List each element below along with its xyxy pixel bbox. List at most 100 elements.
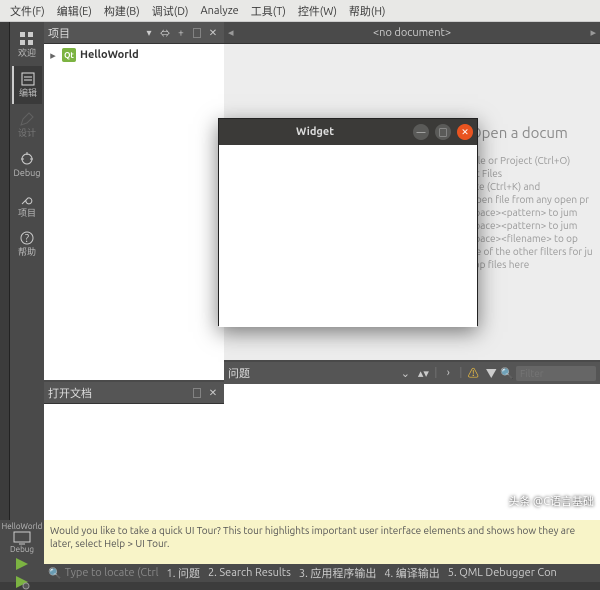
close-button[interactable]: ✕ — [457, 124, 473, 140]
collapse-icon[interactable]: ⌄ — [396, 367, 414, 380]
widget-title: Widget — [223, 126, 407, 138]
welcome-line: rop files here — [470, 259, 600, 270]
menu-analyze[interactable]: Analyze — [194, 3, 244, 19]
widget-titlebar[interactable]: Widget — □ ✕ — [219, 119, 477, 145]
close-panel-icon[interactable]: ✕ — [206, 26, 220, 40]
mode-design-label: 设计 — [12, 129, 42, 139]
mode-projects-label: 项目 — [12, 209, 42, 219]
window-left-edge — [0, 22, 10, 520]
menu-file[interactable]: 文件(F) — [4, 1, 51, 21]
open-docs-panel: 打开文档 □ ✕ — [44, 380, 224, 520]
mode-debug-label: Debug — [12, 169, 42, 179]
warning-icon[interactable]: ⚠ — [464, 365, 482, 381]
mode-edit[interactable]: 编辑 — [12, 66, 42, 104]
output-tab-issues[interactable]: 1. 问题 — [167, 565, 200, 581]
kit-config: Debug — [2, 545, 43, 554]
project-item[interactable]: ▸ Qt HelloWorld — [48, 47, 220, 63]
welcome-line: space><pattern> to jum — [470, 207, 600, 218]
welcome-line: space><pattern> to jum — [470, 220, 600, 231]
projects-panel-header: 项目 ▾ ⇔ + □ ✕ — [44, 22, 224, 44]
projects-panel-title: 项目 — [48, 25, 140, 41]
menu-bar: 文件(F) 编辑(E) 构建(B) 调试(D) Analyze 工具(T) 控件… — [0, 0, 600, 22]
mode-help-label: 帮助 — [12, 248, 42, 258]
separator: | — [434, 367, 437, 379]
run-button[interactable] — [13, 556, 31, 572]
widget-body — [219, 145, 477, 327]
open-docs-body[interactable] — [44, 404, 224, 520]
output-tab-appoutput[interactable]: 3. 应用程序输出 — [299, 565, 376, 581]
mode-welcome[interactable]: 欢迎 — [12, 26, 42, 64]
filter-icon[interactable]: ▾ — [142, 26, 156, 40]
pencil-icon — [19, 111, 35, 127]
menu-help[interactable]: 帮助(H) — [343, 1, 392, 21]
widget-window[interactable]: Widget — □ ✕ — [218, 118, 478, 326]
maximize-button[interactable]: □ — [435, 124, 451, 140]
output-tab-search[interactable]: 2. Search Results — [208, 567, 291, 579]
welcome-line: ate (Ctrl+K) and — [470, 181, 600, 192]
menu-tools[interactable]: 工具(T) — [245, 1, 292, 21]
search-icon: 🔍 — [500, 367, 514, 380]
locator[interactable]: 🔍 Type to locate (Ctrl — [48, 567, 159, 580]
bug-icon — [19, 151, 35, 167]
welcome-heading: Open a docum — [470, 124, 600, 141]
minimize-button[interactable]: — — [413, 124, 429, 140]
ui-tour-banner[interactable]: Would you like to take a quick UI Tour? … — [44, 520, 600, 564]
kit-selector-area: HelloWorld Debug — [0, 520, 44, 582]
projects-tree[interactable]: ▸ Qt HelloWorld — [44, 44, 224, 380]
separator: | — [459, 367, 462, 379]
run-debug-button[interactable] — [13, 574, 31, 590]
split-icon[interactable]: □ — [190, 386, 204, 400]
editor-tabbar: ◂ <no document> ▸ — [224, 22, 600, 44]
open-docs-header: 打开文档 □ ✕ — [44, 382, 224, 404]
mode-bar: 欢迎 编辑 设计 Debug 项目 ? 帮助 — [10, 22, 44, 520]
tab-prev-icon[interactable]: ◂ — [228, 26, 234, 39]
locator-hint: Type to locate (Ctrl — [65, 567, 159, 579]
play-icon — [13, 556, 31, 572]
issues-header: 问题 ⌄ ▴▾ | › | ⚠ ▼ 🔍 — [224, 362, 600, 384]
search-icon: 🔍 — [48, 567, 62, 580]
arrow-icon[interactable]: › — [439, 367, 457, 379]
watermark: 头条 @C语言基础 — [508, 493, 594, 509]
menu-build[interactable]: 构建(B) — [98, 1, 146, 21]
funnel-icon[interactable]: ▴▾ — [414, 367, 432, 380]
filter-input[interactable] — [516, 366, 596, 381]
wrench-icon — [19, 191, 35, 207]
welcome-line: File or Project (Ctrl+O) — [470, 155, 600, 166]
play-debug-icon — [13, 574, 31, 590]
expand-icon[interactable]: ▸ — [48, 49, 58, 62]
kit-selector[interactable]: HelloWorld Debug — [2, 522, 43, 554]
mode-edit-label: 编辑 — [14, 89, 42, 99]
help-icon: ? — [19, 230, 35, 246]
welcome-line: ne of the other filters for ju — [470, 246, 600, 257]
svg-text:?: ? — [25, 233, 29, 245]
menu-debug[interactable]: 调试(D) — [146, 1, 195, 21]
menu-widgets[interactable]: 控件(W) — [292, 1, 343, 21]
mode-design[interactable]: 设计 — [12, 106, 42, 144]
output-tab-qml[interactable]: 5. QML Debugger Con — [448, 567, 557, 579]
mode-debug[interactable]: Debug — [12, 146, 42, 184]
no-document-label: <no document> — [373, 27, 451, 39]
qt-project-icon: Qt — [62, 48, 76, 62]
project-name: HelloWorld — [80, 49, 139, 61]
welcome-line: open file from any open pr — [470, 194, 600, 205]
open-docs-title: 打开文档 — [48, 385, 188, 401]
split-icon[interactable]: □ — [190, 26, 204, 40]
edit-icon — [20, 71, 36, 87]
welcome-line: nt Files — [470, 168, 600, 179]
plus-icon[interactable]: + — [174, 26, 188, 40]
menu-edit[interactable]: 编辑(E) — [51, 1, 98, 21]
output-tab-compile[interactable]: 4. 编译输出 — [384, 565, 439, 581]
tab-next-icon[interactable]: ▸ — [590, 26, 596, 39]
mode-projects[interactable]: 项目 — [12, 186, 42, 224]
status-bar: 🔍 Type to locate (Ctrl 1. 问题 2. Search R… — [44, 564, 600, 582]
filter-toggle-icon[interactable]: ▼ — [482, 365, 500, 381]
welcome-line: space><filename> to op — [470, 233, 600, 244]
mode-welcome-label: 欢迎 — [12, 49, 42, 59]
issues-title: 问题 — [228, 365, 396, 381]
kit-project-name: HelloWorld — [2, 522, 43, 531]
close-panel-icon[interactable]: ✕ — [206, 386, 220, 400]
grid-icon — [19, 31, 35, 47]
mode-help[interactable]: ? 帮助 — [12, 225, 42, 263]
link-icon[interactable]: ⇔ — [158, 26, 172, 40]
monitor-icon — [12, 531, 32, 545]
